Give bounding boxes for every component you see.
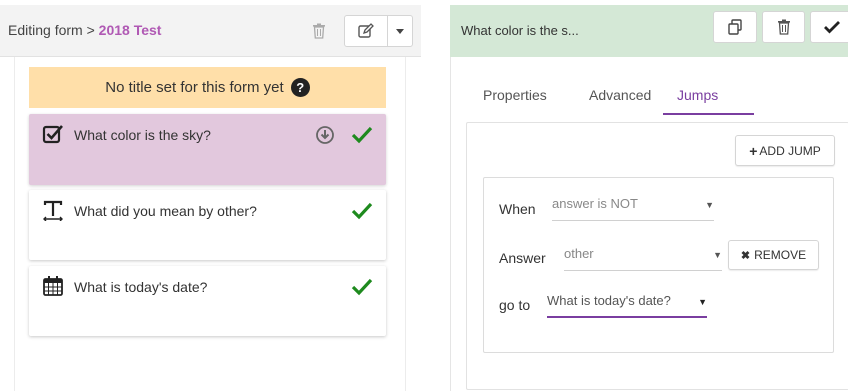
trash-icon (313, 23, 325, 39)
close-icon: ✖ (740, 249, 751, 262)
question-editor-header: What color is the s... (450, 5, 848, 57)
tab-advanced[interactable]: Advanced (589, 87, 651, 103)
goto-label: go to (499, 297, 531, 313)
check-icon (351, 202, 373, 220)
add-jump-label: ADD JUMP (759, 143, 821, 158)
breadcrumb: Editing form > 2018 Test (8, 22, 161, 38)
edit-form-button[interactable] (344, 15, 388, 47)
tab-jumps[interactable]: Jumps (677, 87, 718, 103)
edit-icon (358, 23, 374, 38)
duplicate-question-button[interactable] (713, 11, 757, 43)
save-question-button[interactable] (810, 11, 848, 43)
checkbox-icon (42, 125, 63, 144)
answer-select[interactable]: other ▼ (564, 246, 722, 271)
arrow-circle-down-icon[interactable] (315, 125, 335, 145)
copy-icon (728, 19, 742, 35)
check-icon (823, 21, 840, 34)
goto-select[interactable]: What is today's date? ▼ (547, 293, 707, 318)
answer-value: other (564, 246, 594, 261)
caret-down-icon: ▼ (698, 297, 707, 307)
remove-jump-button[interactable]: ✖ REMOVE (728, 240, 819, 270)
caret-down-icon: ▼ (705, 200, 714, 210)
calendar-icon (43, 276, 63, 296)
condition-value: answer is NOT (552, 196, 638, 211)
when-label: When (499, 201, 536, 217)
plus-icon: + (749, 142, 758, 159)
caret-down-icon (396, 28, 404, 34)
question-title: What color is the s... (461, 23, 579, 38)
trash-icon (777, 19, 790, 35)
remove-label: REMOVE (754, 248, 807, 262)
no-title-banner[interactable]: No title set for this form yet ? (29, 67, 386, 108)
form-name[interactable]: 2018 Test (99, 22, 162, 38)
question-text: What color is the sky? (74, 127, 211, 143)
delete-form-button[interactable] (299, 15, 339, 47)
add-jump-button[interactable]: + ADD JUMP (735, 135, 835, 166)
check-icon (351, 278, 373, 296)
caret-down-icon: ▼ (713, 250, 722, 260)
question-editor-body: Properties Advanced Jumps + ADD JUMP Whe… (450, 57, 848, 391)
question-text: What did you mean by other? (74, 203, 257, 219)
question-card[interactable]: What did you mean by other? (29, 190, 386, 260)
form-options-dropdown[interactable] (387, 15, 413, 47)
no-title-message: No title set for this form yet (105, 79, 284, 96)
help-icon[interactable]: ? (290, 78, 310, 97)
check-icon (351, 126, 373, 144)
form-editor-header: Editing form > 2018 Test (0, 5, 421, 57)
breadcrumb-prefix: Editing form > (8, 22, 99, 38)
delete-question-button[interactable] (762, 11, 805, 43)
goto-value: What is today's date? (547, 293, 671, 308)
question-card[interactable]: What color is the sky? (29, 114, 386, 185)
question-text: What is today's date? (74, 279, 208, 295)
question-editor-panel: What color is the s... Properties Advanc… (450, 5, 848, 391)
tab-properties[interactable]: Properties (483, 87, 547, 103)
condition-select[interactable]: answer is NOT ▼ (552, 196, 714, 221)
question-card[interactable]: What is today's date? (29, 266, 386, 336)
answer-label: Answer (499, 250, 546, 266)
active-tab-indicator (663, 113, 754, 115)
text-icon (43, 200, 63, 221)
